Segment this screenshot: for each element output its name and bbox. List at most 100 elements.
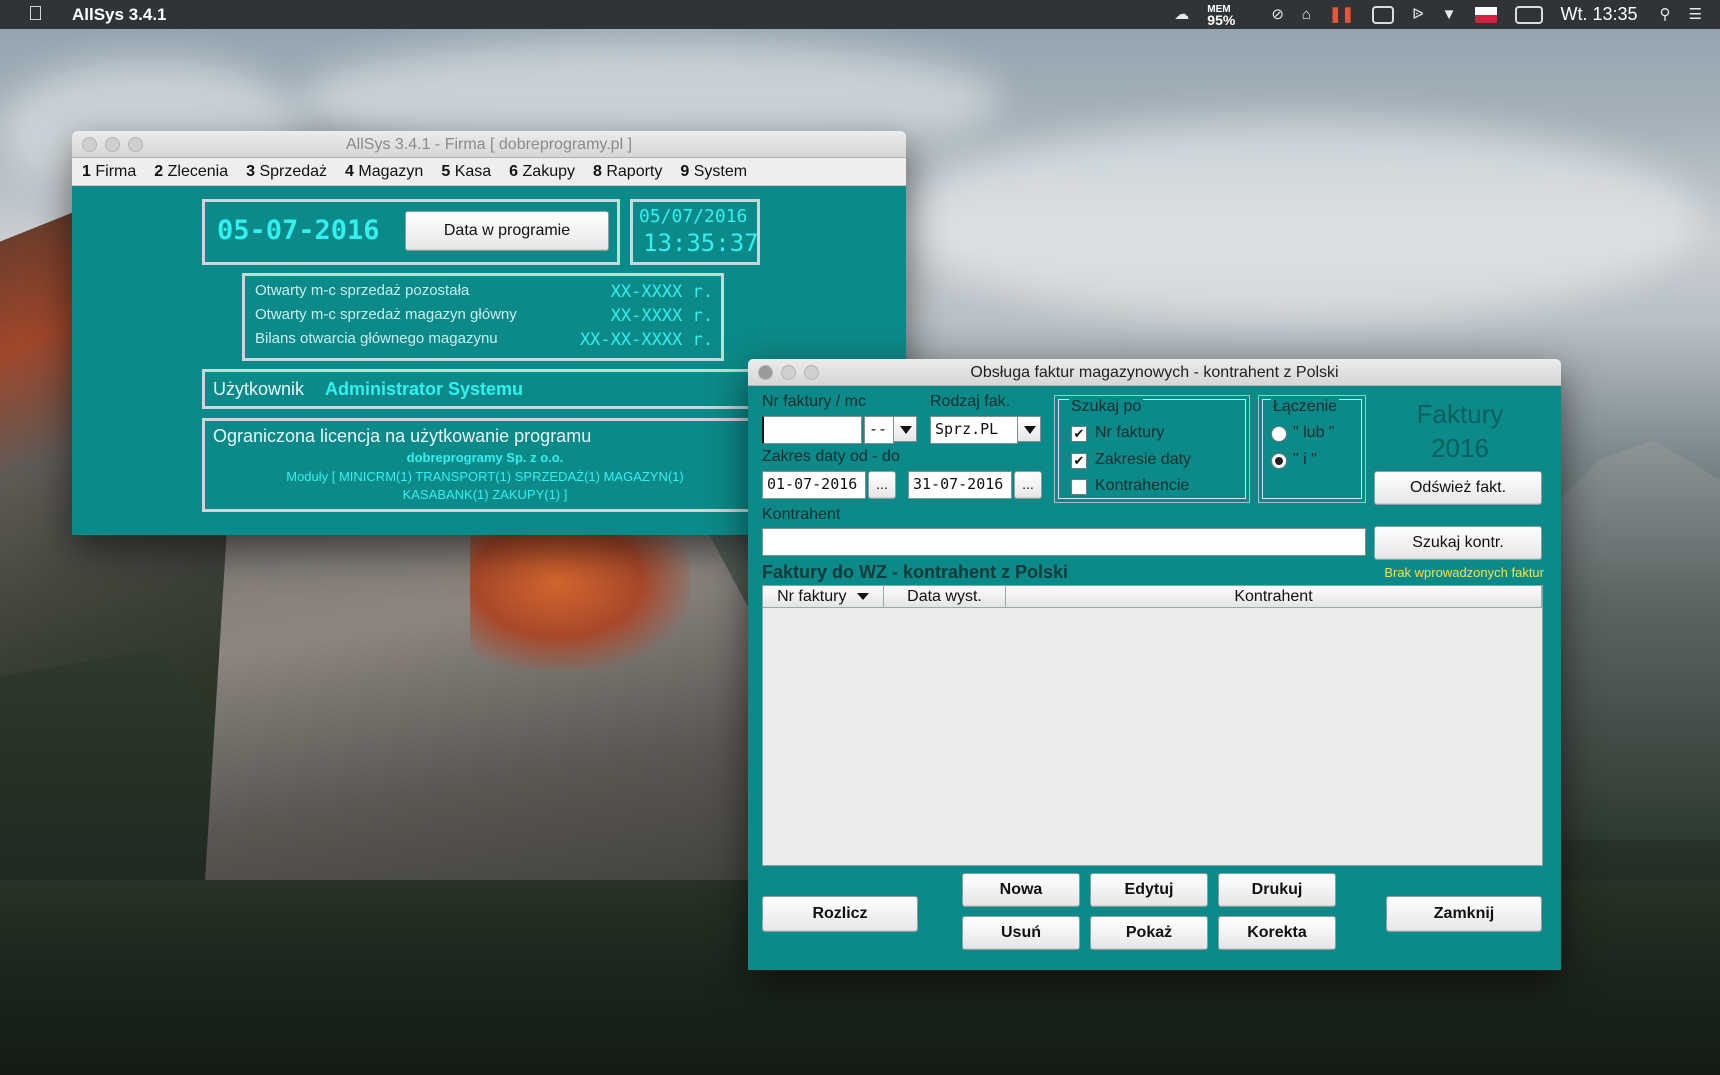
menu-zlecenia[interactable]: 2 Zlecenia — [154, 163, 228, 181]
print-invoice-button[interactable]: Drukuj — [1218, 873, 1336, 907]
column-header-invoice-number[interactable]: Nr faktury — [763, 586, 884, 608]
cliff-glow — [470, 520, 690, 670]
status-row-label: Otwarty m-c sprzedaż magazyn główny — [255, 306, 517, 323]
join-mode-title: Łączenie — [1271, 398, 1340, 416]
menubar:  AllSys 3.4.1 ☁ MEM 95% ⊘ ⌂ ❚❚ ᐉ ▼ Wt. … — [0, 0, 1720, 29]
radio-and[interactable] — [1271, 453, 1287, 469]
program-date-box: 05-07-2016 Data w programie — [202, 199, 620, 265]
date-from-input[interactable]: 01-07-2016 — [762, 471, 866, 499]
spotlight-search-icon[interactable]: ⚲ — [1660, 0, 1671, 29]
menubar-app-name[interactable]: AllSys 3.4.1 — [72, 5, 167, 25]
refresh-invoices-button[interactable]: Odśwież fakt. — [1374, 471, 1542, 505]
invoice-number-input[interactable] — [762, 416, 862, 444]
status-row-value: XX-XXXX r. — [610, 306, 713, 326]
status-row-value: XX-XXXX r. — [610, 282, 713, 302]
close-button[interactable] — [82, 137, 97, 152]
date-range-label: Zakres daty od - do — [762, 448, 900, 465]
apple-icon[interactable]:  — [28, 0, 48, 29]
current-time: 13:35:37 — [643, 229, 759, 257]
invoice-type-label: Rodzaj fak. — [930, 393, 1011, 410]
creative-cloud-icon[interactable]: ☁ — [1174, 0, 1189, 29]
checkbox-date-range[interactable]: ✔ — [1071, 453, 1087, 469]
wifi-icon[interactable]: ▼ — [1442, 0, 1457, 29]
pause-icon[interactable]: ❚❚ — [1329, 0, 1354, 29]
radio-or-label: " lub " — [1293, 424, 1335, 441]
close-button[interactable] — [758, 365, 773, 380]
invoice-type-dropdown-arrow-icon[interactable] — [1017, 416, 1041, 442]
menu-zakupy[interactable]: 6 Zakupy — [509, 163, 575, 181]
invoices-table[interactable]: Nr faktury Data wyst. Kontrahent — [762, 585, 1543, 866]
status-row: Otwarty m-c sprzedaż magazyn główny XX-X… — [255, 306, 713, 326]
column-header-contractor[interactable]: Kontrahent — [1006, 586, 1542, 608]
status-row-label: Otwarty m-c sprzedaż pozostała — [255, 282, 470, 299]
new-invoice-button[interactable]: Nowa — [962, 873, 1080, 907]
user-name: Administrator Systemu — [325, 379, 524, 399]
date-from-picker-button[interactable]: ... — [868, 471, 896, 499]
invoice-type-select[interactable]: Sprz.PL — [930, 416, 1018, 444]
date-to-picker-button[interactable]: ... — [1014, 471, 1042, 499]
search-contractor-button[interactable]: Szukaj kontr. — [1374, 526, 1542, 560]
current-date: 05/07/2016 — [639, 206, 748, 227]
keyboard-icon[interactable] — [1372, 5, 1395, 24]
radio-or[interactable] — [1271, 426, 1287, 442]
checkbox-invoice-number[interactable]: ✔ — [1071, 426, 1087, 442]
date-to-input[interactable]: 31-07-2016 — [908, 471, 1012, 499]
column-header-issue-date[interactable]: Data wyst. — [884, 586, 1006, 608]
radio-and-label: " i " — [1293, 451, 1317, 468]
show-invoice-button[interactable]: Pokaż — [1090, 916, 1208, 950]
checkbox-date-range-label: Zakresie daty — [1095, 451, 1192, 468]
correction-button[interactable]: Korekta — [1218, 916, 1336, 950]
cloud — [900, 120, 1700, 320]
window-controls — [82, 137, 143, 152]
status-row: Otwarty m-c sprzedaż pozostała XX-XXXX r… — [255, 282, 713, 302]
edit-invoice-button[interactable]: Edytuj — [1090, 873, 1208, 907]
menu-sprzedaz[interactable]: 3 Sprzedaż — [246, 163, 327, 181]
main-menu-bar: 1 Firma 2 Zlecenia 3 Sprzedaż 4 Magazyn … — [72, 158, 906, 186]
menu-kasa[interactable]: 5 Kasa — [441, 163, 491, 181]
user-label: Użytkownik — [213, 379, 305, 399]
minimize-button[interactable] — [105, 137, 120, 152]
license-modules-line2: KASABANK(1) ZAKUPY(1) ] — [402, 487, 568, 502]
contractor-label: Kontrahent — [762, 506, 841, 523]
set-program-date-button[interactable]: Data w programie — [405, 211, 609, 251]
period-status-box: Otwarty m-c sprzedaż pozostała XX-XXXX r… — [242, 273, 724, 361]
invoice-window-titlebar[interactable]: Obsługa faktur magazynowych - kontrahent… — [748, 359, 1561, 386]
checkbox-contractor-label: Kontrahencie — [1095, 477, 1190, 494]
user-box: Użytkownik Administrator Systemu — [202, 369, 842, 409]
close-window-button[interactable]: Zamknij — [1386, 896, 1542, 932]
zoom-button[interactable] — [804, 365, 819, 380]
bluetooth-icon[interactable]: ᐉ — [1412, 0, 1424, 29]
main-window-titlebar[interactable]: AllSys 3.4.1 - Firma [ dobreprogramy.pl … — [72, 131, 906, 158]
mem-value: 95% — [1207, 11, 1236, 28]
menu-magazyn[interactable]: 4 Magazyn — [345, 163, 423, 181]
checkbox-invoice-number-label: Nr faktury — [1095, 424, 1165, 441]
license-box: Ograniczona licencja na użytkowanie prog… — [202, 418, 842, 512]
month-select[interactable]: -- — [864, 416, 894, 444]
year-heading-title: Faktury — [1416, 399, 1504, 429]
zoom-button[interactable] — [128, 137, 143, 152]
menu-system[interactable]: 9 System — [680, 163, 747, 181]
memory-monitor[interactable]: MEM 95% — [1207, 4, 1236, 28]
input-source-flag-icon[interactable] — [1474, 6, 1497, 23]
month-dropdown-arrow-icon[interactable] — [893, 416, 917, 442]
sync-icon[interactable]: ⊘ — [1271, 0, 1284, 29]
checkbox-contractor[interactable] — [1071, 479, 1087, 495]
status-row: Bilans otwarcia głównego magazynu XX-XX-… — [255, 330, 713, 350]
window-controls — [758, 365, 819, 380]
status-tray: ☁ MEM 95% ⊘ ⌂ ❚❚ ᐉ ▼ Wt. 13:35 ⚲ ☰ — [1174, 0, 1720, 29]
cloud-home-icon[interactable]: ⌂ — [1302, 0, 1311, 29]
battery-icon[interactable] — [1514, 5, 1543, 24]
table-status: Brak wprowadzonych faktur — [1384, 565, 1544, 580]
license-company: dobreprogramy Sp. z o.o. — [406, 450, 564, 465]
minimize-button[interactable] — [781, 365, 796, 380]
settle-button[interactable]: Rozlicz — [762, 896, 918, 932]
join-mode-group: Łączenie " lub " " i " — [1258, 395, 1366, 503]
menu-raporty[interactable]: 8 Raporty — [593, 163, 662, 181]
menubar-clock[interactable]: Wt. 13:35 — [1561, 4, 1638, 25]
invoice-window: Obsługa faktur magazynowych - kontrahent… — [748, 359, 1561, 970]
license-modules-line1: Moduły [ MINICRM(1) TRANSPORT(1) SPRZEDA… — [286, 469, 684, 484]
notification-center-icon[interactable]: ☰ — [1689, 0, 1702, 29]
menu-firma[interactable]: 1 Firma — [82, 163, 136, 181]
contractor-input[interactable] — [762, 528, 1366, 556]
delete-invoice-button[interactable]: Usuń — [962, 916, 1080, 950]
